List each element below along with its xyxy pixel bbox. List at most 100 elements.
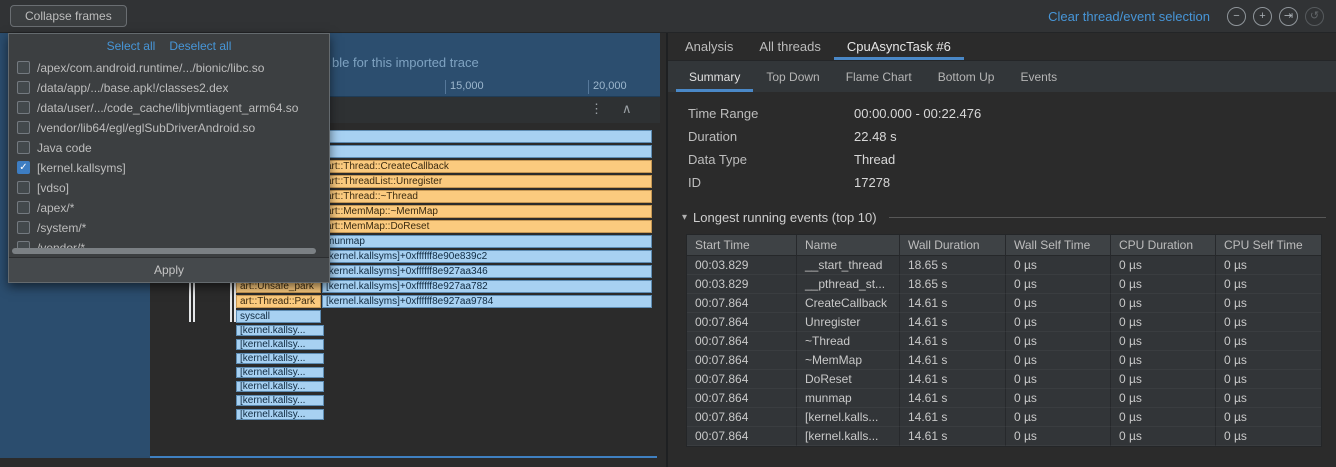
tab-events[interactable]: Events bbox=[1007, 61, 1070, 92]
filter-item[interactable]: /system/* bbox=[9, 218, 329, 238]
table-row[interactable]: 00:07.864Unregister14.61 s0 µs0 µs0 µs bbox=[687, 313, 1321, 332]
summary-value: 17278 bbox=[854, 175, 890, 190]
flame-bar[interactable]: [kernel.kallsyms]+0xffffff8e927aa346 bbox=[322, 265, 652, 278]
filter-popup-links: Select all Deselect all bbox=[9, 34, 329, 58]
table-row[interactable]: 00:07.864munmap14.61 s0 µs0 µs0 µs bbox=[687, 389, 1321, 408]
tab-analysis[interactable]: Analysis bbox=[672, 33, 746, 60]
checkbox[interactable] bbox=[17, 181, 30, 194]
table-cell: 14.61 s bbox=[900, 408, 1006, 427]
flame-bar[interactable]: [kernel.kallsy... bbox=[236, 353, 324, 364]
table-cell: [kernel.kalls... bbox=[797, 408, 900, 427]
checkbox[interactable] bbox=[17, 101, 30, 114]
collapse-frames-button[interactable]: Collapse frames bbox=[10, 5, 127, 27]
flame-bar[interactable]: [kernel.kallsy... bbox=[236, 409, 324, 420]
flame-bar[interactable]: art::MemMap::DoReset bbox=[322, 220, 652, 233]
column-header[interactable]: Wall Duration bbox=[900, 235, 1006, 256]
table-cell: 0 µs bbox=[1216, 351, 1321, 370]
flame-bar[interactable]: [kernel.kallsy... bbox=[236, 381, 324, 392]
checkbox[interactable]: ✓ bbox=[17, 161, 30, 174]
apply-button[interactable]: Apply bbox=[9, 257, 329, 282]
table-cell: ~MemMap bbox=[797, 351, 900, 370]
flame-bar[interactable]: art::ThreadList::Unregister bbox=[322, 175, 652, 188]
tab-all-threads[interactable]: All threads bbox=[746, 33, 833, 60]
summary-label: ID bbox=[688, 175, 854, 190]
collapse-panel-icon[interactable]: ∧ bbox=[622, 101, 632, 117]
deselect-all-link[interactable]: Deselect all bbox=[169, 39, 231, 53]
column-header[interactable]: CPU Duration bbox=[1111, 235, 1216, 256]
filter-item[interactable]: /vendor/lib64/egl/eglSubDriverAndroid.so bbox=[9, 118, 329, 138]
tab-top-down[interactable]: Top Down bbox=[753, 61, 832, 92]
table-cell: 14.61 s bbox=[900, 313, 1006, 332]
summary-row: Duration22.48 s bbox=[668, 125, 1336, 148]
table-cell: 0 µs bbox=[1006, 370, 1111, 389]
checkbox[interactable] bbox=[17, 201, 30, 214]
filter-item[interactable]: /apex/* bbox=[9, 198, 329, 218]
checkbox[interactable] bbox=[17, 61, 30, 74]
filter-item[interactable]: /data/user/.../code_cache/libjvmtiagent_… bbox=[9, 98, 329, 118]
table-row[interactable]: 00:07.864DoReset14.61 s0 µs0 µs0 µs bbox=[687, 370, 1321, 389]
analysis-tabs: AnalysisAll threadsCpuAsyncTask #6 bbox=[668, 33, 1336, 61]
tab-bottom-up[interactable]: Bottom Up bbox=[925, 61, 1008, 92]
filter-item[interactable]: [vdso] bbox=[9, 178, 329, 198]
table-cell: 18.65 s bbox=[900, 256, 1006, 275]
table-row[interactable]: 00:03.829__start_thread18.65 s0 µs0 µs0 … bbox=[687, 256, 1321, 275]
flame-bar[interactable]: [kernel.kallsyms]+0xffffff8e90e839c2 bbox=[322, 250, 652, 263]
filter-item[interactable]: /data/app/.../base.apk!/classes2.dex bbox=[9, 78, 329, 98]
table-cell: 0 µs bbox=[1216, 408, 1321, 427]
clear-selection-link[interactable]: Clear thread/event selection bbox=[1048, 9, 1210, 24]
flame-bar[interactable]: art::Thread::~Thread bbox=[322, 190, 652, 203]
flame-bar[interactable]: art::Thread::CreateCallback bbox=[322, 160, 652, 173]
flame-bar[interactable]: [kernel.kallsyms]+0xffffff8e927aa9784 bbox=[322, 295, 652, 308]
flame-bar[interactable]: munmap bbox=[322, 235, 652, 248]
table-row[interactable]: 00:07.864[kernel.kalls...14.61 s0 µs0 µs… bbox=[687, 427, 1321, 446]
table-cell: 0 µs bbox=[1006, 351, 1111, 370]
flame-bar[interactable]: syscall bbox=[236, 310, 321, 323]
zoom-out-icon[interactable]: − bbox=[1227, 7, 1246, 26]
reset-zoom-icon[interactable]: ↺ bbox=[1305, 7, 1324, 26]
filter-item-label: /data/user/.../code_cache/libjvmtiagent_… bbox=[37, 101, 298, 115]
filter-list: /apex/com.android.runtime/.../bionic/lib… bbox=[9, 58, 329, 257]
table-row[interactable]: 00:07.864~Thread14.61 s0 µs0 µs0 µs bbox=[687, 332, 1321, 351]
section-rule bbox=[889, 217, 1326, 218]
table-row[interactable]: 00:07.864~MemMap14.61 s0 µs0 µs0 µs bbox=[687, 351, 1321, 370]
select-all-link[interactable]: Select all bbox=[107, 39, 156, 53]
zoom-to-selection-icon[interactable]: ⇥ bbox=[1279, 7, 1298, 26]
flame-bar[interactable]: [kernel.kallsy... bbox=[236, 367, 324, 378]
tab-cpuasynctask-6[interactable]: CpuAsyncTask #6 bbox=[834, 33, 964, 60]
tab-summary[interactable]: Summary bbox=[676, 61, 753, 92]
flame-bar[interactable]: [kernel.kallsy... bbox=[236, 395, 324, 406]
horizontal-scrollbar[interactable] bbox=[12, 248, 316, 254]
flame-bar[interactable]: [kernel.kallsy... bbox=[236, 339, 324, 350]
filter-item-label: /system/* bbox=[37, 221, 86, 235]
column-header[interactable]: Start Time bbox=[687, 235, 797, 256]
events-section-header[interactable]: ▾ Longest running events (top 10) bbox=[682, 210, 1326, 225]
checkbox[interactable] bbox=[17, 121, 30, 134]
filter-item[interactable]: /apex/com.android.runtime/.../bionic/lib… bbox=[9, 58, 329, 78]
checkbox[interactable] bbox=[17, 81, 30, 94]
table-row[interactable]: 00:07.864[kernel.kalls...14.61 s0 µs0 µs… bbox=[687, 408, 1321, 427]
table-cell: 0 µs bbox=[1111, 313, 1216, 332]
table-row[interactable]: 00:07.864CreateCallback14.61 s0 µs0 µs0 … bbox=[687, 294, 1321, 313]
flame-bar bbox=[193, 277, 195, 322]
column-header[interactable]: Name bbox=[797, 235, 900, 256]
table-row[interactable]: 00:03.829__pthread_st...18.65 s0 µs0 µs0… bbox=[687, 275, 1321, 294]
flame-bar[interactable]: art::Thread::Park bbox=[236, 295, 321, 308]
zoom-in-icon[interactable]: + bbox=[1253, 7, 1272, 26]
filter-item[interactable]: Java code bbox=[9, 138, 329, 158]
checkbox[interactable] bbox=[17, 221, 30, 234]
checkbox[interactable] bbox=[17, 141, 30, 154]
flame-bar[interactable]: art::MemMap::~MemMap bbox=[322, 205, 652, 218]
more-options-icon[interactable]: ⋮ bbox=[590, 101, 603, 117]
table-cell: 0 µs bbox=[1006, 389, 1111, 408]
flame-bar[interactable]: [kernel.kallsy... bbox=[236, 325, 324, 336]
tab-flame-chart[interactable]: Flame Chart bbox=[833, 61, 925, 92]
flame-bar[interactable] bbox=[322, 145, 652, 158]
column-header[interactable]: CPU Self Time bbox=[1216, 235, 1321, 256]
flame-bar[interactable] bbox=[322, 130, 652, 143]
table-cell: 0 µs bbox=[1111, 294, 1216, 313]
column-header[interactable]: Wall Self Time bbox=[1006, 235, 1111, 256]
flame-bar[interactable]: [kernel.kallsyms]+0xffffff8e927aa782 bbox=[322, 280, 652, 293]
filter-item[interactable]: ✓[kernel.kallsyms] bbox=[9, 158, 329, 178]
table-cell: ~Thread bbox=[797, 332, 900, 351]
events-section-title: Longest running events (top 10) bbox=[693, 210, 877, 225]
